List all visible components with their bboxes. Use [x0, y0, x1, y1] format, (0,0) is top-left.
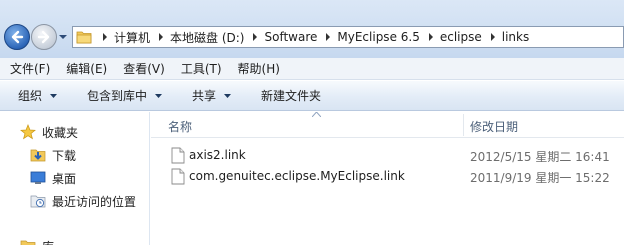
column-divider[interactable]: [463, 114, 464, 136]
arrow-right-icon: [37, 30, 50, 44]
address-region: 计算机 本地磁盘 (D:) Software MyEclipse 6.5 ecl…: [0, 0, 624, 58]
chevron-right-icon[interactable]: [98, 33, 112, 41]
desktop-icon: [30, 171, 46, 184]
organize-button[interactable]: 组织: [0, 81, 69, 111]
share-button[interactable]: 共享: [174, 81, 243, 111]
column-name[interactable]: 名称: [168, 118, 192, 135]
chevron-right-icon[interactable]: [424, 33, 438, 41]
chevron-down-icon: [50, 93, 58, 98]
sort-ascending-icon: [312, 112, 321, 117]
nav-item-desktop[interactable]: 桌面: [30, 168, 76, 188]
chevron-right-icon[interactable]: [154, 33, 168, 41]
share-label: 共享: [192, 89, 217, 103]
file-list: 名称 修改日期 axis2.link 2012/5/15 星期二 16:41 c…: [151, 112, 624, 245]
file-date: 2012/5/15 星期二 16:41: [470, 150, 610, 164]
menu-view[interactable]: 查看(V): [113, 60, 171, 77]
nav-item-label: 最近访问的位置: [52, 194, 137, 209]
menu-edit[interactable]: 编辑(E): [56, 60, 113, 77]
history-dropdown-icon[interactable]: [59, 33, 67, 41]
new-folder-button[interactable]: 新建文件夹: [243, 81, 333, 111]
file-name: com.genuitec.eclipse.MyEclipse.link: [189, 169, 405, 183]
nav-item-libraries[interactable]: 库: [20, 236, 54, 245]
menu-bar: 文件(F) 编辑(E) 查看(V) 工具(T) 帮助(H): [0, 58, 624, 80]
include-in-library-button[interactable]: 包含到库中: [69, 81, 174, 111]
breadcrumb-item-myeclipse[interactable]: MyEclipse 6.5: [335, 30, 423, 44]
new-folder-label: 新建文件夹: [261, 89, 322, 103]
include-in-library-label: 包含到库中: [87, 89, 148, 103]
command-bar: 组织 包含到库中 共享 新建文件夹: [0, 81, 624, 111]
breadcrumb-item-drive-d[interactable]: 本地磁盘 (D:): [168, 29, 248, 46]
nav-item-label: 收藏夹: [42, 125, 79, 140]
chevron-right-icon[interactable]: [321, 33, 335, 41]
breadcrumb-item-software[interactable]: Software: [262, 30, 321, 44]
star-icon: [20, 124, 36, 140]
chevron-right-icon[interactable]: [486, 33, 500, 41]
column-date-modified[interactable]: 修改日期: [470, 118, 518, 135]
nav-item-label: 库: [42, 238, 54, 245]
breadcrumb-item-computer[interactable]: 计算机: [112, 29, 154, 46]
address-bar[interactable]: 计算机 本地磁盘 (D:) Software MyEclipse 6.5 ecl…: [72, 26, 624, 48]
file-icon: [171, 147, 185, 164]
organize-label: 组织: [18, 89, 43, 103]
chevron-down-icon: [224, 93, 232, 98]
nav-item-downloads[interactable]: 下载: [30, 145, 76, 165]
nav-item-favorites[interactable]: 收藏夹: [20, 122, 78, 142]
menu-tools[interactable]: 工具(T): [171, 60, 228, 77]
file-date: 2011/9/19 星期一 15:22: [470, 171, 610, 185]
nav-item-label: 下载: [52, 148, 77, 163]
chevron-down-icon: [155, 93, 163, 98]
recent-places-icon: [30, 195, 46, 208]
library-icon: [20, 240, 36, 245]
table-row[interactable]: com.genuitec.eclipse.MyEclipse.link 2011…: [151, 166, 624, 186]
arrow-left-icon: [11, 30, 24, 44]
table-row[interactable]: axis2.link 2012/5/15 星期二 16:41: [151, 145, 624, 165]
chevron-right-icon[interactable]: [248, 33, 262, 41]
menu-file[interactable]: 文件(F): [0, 60, 56, 77]
back-button[interactable]: [4, 24, 30, 50]
column-header: 名称 修改日期: [151, 112, 624, 138]
breadcrumb-item-links[interactable]: links: [500, 30, 533, 44]
breadcrumb-item-eclipse[interactable]: eclipse: [438, 30, 486, 44]
downloads-folder-icon: [30, 149, 46, 162]
file-name: axis2.link: [189, 148, 246, 162]
file-icon: [171, 168, 185, 185]
breadcrumb: 计算机 本地磁盘 (D:) Software MyEclipse 6.5 ecl…: [98, 27, 533, 47]
nav-item-label: 桌面: [52, 171, 77, 186]
navigation-pane: 收藏夹 下载 桌面 最近访问的位置 库: [0, 112, 150, 245]
nav-item-recent-places[interactable]: 最近访问的位置: [30, 191, 136, 211]
folder-icon: [76, 31, 92, 44]
forward-button[interactable]: [31, 24, 57, 50]
menu-help[interactable]: 帮助(H): [228, 60, 286, 77]
